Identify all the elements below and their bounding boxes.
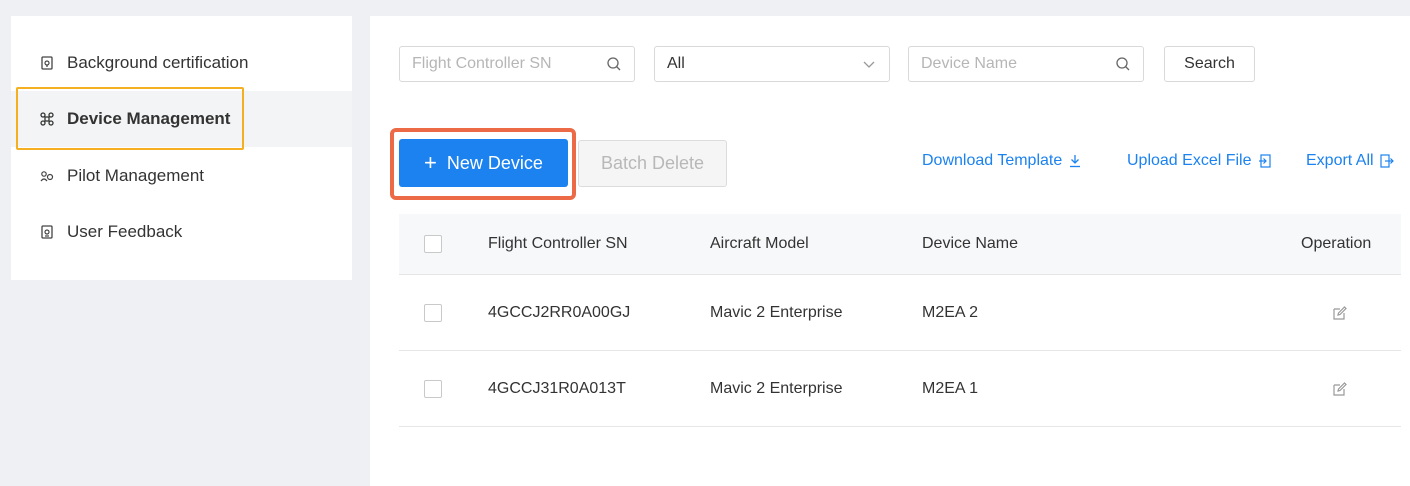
column-header-operation: Operation — [1301, 235, 1372, 252]
column-header-name: Device Name — [922, 235, 1019, 252]
sn-search-input[interactable] — [412, 55, 606, 73]
sidebar-item-label: User Feedback — [67, 222, 183, 241]
sidebar-item-label: Device Management — [67, 109, 231, 128]
aircraft-model-select[interactable]: All — [654, 46, 890, 82]
sidebar-item-user-feedback[interactable]: User Feedback — [11, 204, 352, 260]
download-template-label: Download Template — [922, 152, 1063, 169]
table-row: 4GCCJ2RR0A00GJ Mavic 2 Enterprise M2EA 2 — [399, 275, 1401, 351]
row-checkbox-cell[interactable] — [424, 351, 442, 426]
batch-delete-button[interactable]: Batch Delete — [578, 140, 727, 187]
row-checkbox[interactable] — [424, 303, 442, 322]
sidebar: Background certification Device Manageme… — [11, 16, 352, 280]
device-name-input[interactable] — [921, 55, 1115, 73]
edit-icon[interactable] — [1332, 305, 1348, 321]
pilot-icon — [39, 168, 55, 184]
device-name-search-field[interactable] — [908, 46, 1144, 82]
page: Background certification Device Manageme… — [0, 0, 1410, 486]
row-name: M2EA 1 — [922, 379, 979, 397]
row-sn: 4GCCJ31R0A013T — [488, 379, 626, 397]
device-table: Flight Controller SN Aircraft Model Devi… — [399, 214, 1401, 427]
column-header-model: Aircraft Model — [710, 235, 809, 252]
search-button[interactable]: Search — [1164, 46, 1255, 82]
table-row: 4GCCJ31R0A013T Mavic 2 Enterprise M2EA 1 — [399, 351, 1401, 427]
column-header-sn: Flight Controller SN — [488, 235, 628, 252]
chevron-down-icon — [861, 56, 877, 72]
certificate-icon — [39, 55, 55, 71]
table-header: Flight Controller SN Aircraft Model Devi… — [399, 214, 1401, 275]
sn-search-field[interactable] — [399, 46, 635, 82]
export-all-label: Export All — [1306, 152, 1374, 169]
main-panel: All Search + New Device Batch Delete Dow… — [370, 16, 1410, 486]
sidebar-item-pilot-management[interactable]: Pilot Management — [11, 148, 352, 204]
download-icon — [1068, 154, 1082, 168]
search-icon[interactable] — [1115, 56, 1131, 72]
search-icon[interactable] — [606, 56, 622, 72]
sidebar-item-background-certification[interactable]: Background certification — [11, 35, 352, 91]
upload-excel-label: Upload Excel File — [1127, 152, 1252, 169]
sidebar-item-label: Pilot Management — [67, 166, 205, 185]
drone-icon — [39, 111, 55, 127]
row-sn: 4GCCJ2RR0A00GJ — [488, 303, 631, 321]
edit-button[interactable] — [1332, 351, 1348, 426]
upload-file-icon — [1258, 154, 1272, 168]
edit-button[interactable] — [1332, 275, 1348, 350]
row-model: Mavic 2 Enterprise — [710, 303, 843, 321]
select-all-cell[interactable] — [424, 214, 442, 274]
row-model: Mavic 2 Enterprise — [710, 379, 843, 397]
plus-icon: + — [424, 150, 437, 175]
row-name: M2EA 2 — [922, 303, 979, 321]
new-device-button[interactable]: + New Device — [399, 139, 568, 187]
sidebar-item-label: Background certification — [67, 53, 249, 72]
feedback-icon — [39, 224, 55, 240]
select-value: All — [667, 55, 685, 72]
sidebar-item-device-management[interactable]: Device Management — [11, 91, 352, 147]
export-icon — [1379, 154, 1394, 168]
select-all-checkbox[interactable] — [424, 235, 442, 253]
upload-excel-link[interactable]: Upload Excel File — [1127, 152, 1272, 170]
download-template-link[interactable]: Download Template — [922, 152, 1082, 170]
export-all-link[interactable]: Export All — [1306, 152, 1394, 170]
row-checkbox[interactable] — [424, 379, 442, 398]
edit-icon[interactable] — [1332, 381, 1348, 397]
new-device-label: New Device — [446, 152, 543, 173]
row-checkbox-cell[interactable] — [424, 275, 442, 350]
